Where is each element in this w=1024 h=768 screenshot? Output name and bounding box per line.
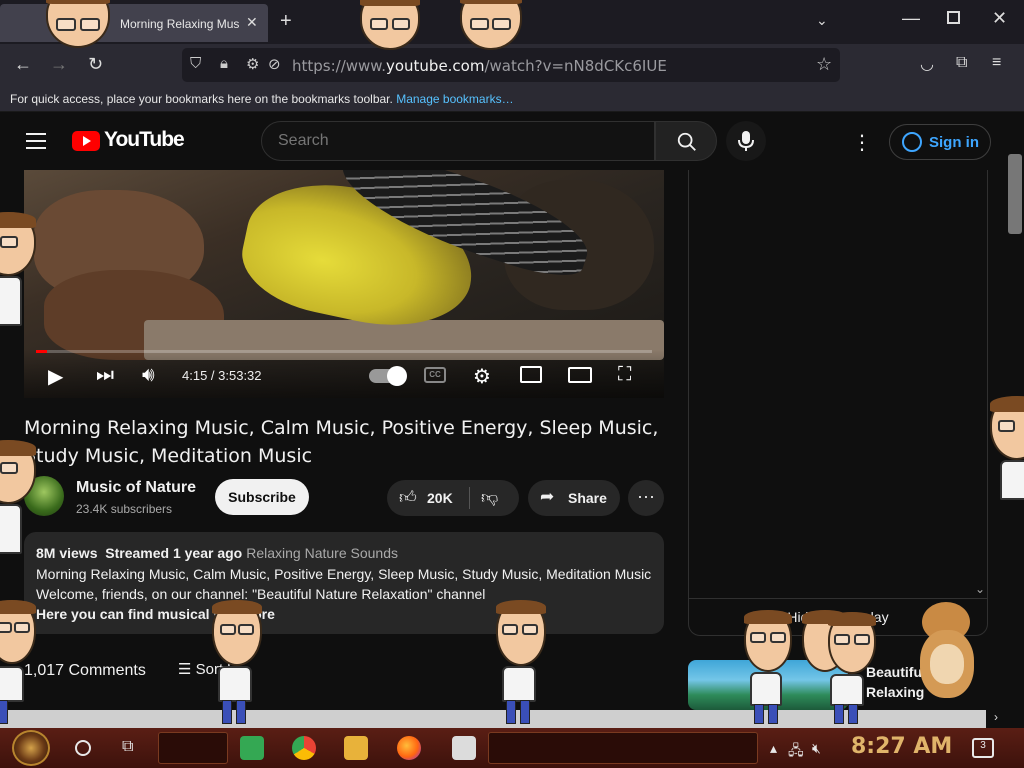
gear-icon[interactable]: ⚙	[473, 364, 491, 389]
permissions-icon[interactable]: ⚙	[246, 55, 259, 73]
pocket-icon[interactable]: ◡	[920, 54, 934, 74]
minimize-icon[interactable]: —	[902, 8, 920, 29]
bookmarks-hint: For quick access, place your bookmarks h…	[10, 92, 514, 106]
window-close-icon[interactable]: ✕	[992, 8, 1007, 29]
mascot-cartoon-character	[742, 610, 798, 728]
description-box[interactable]: 8M views Streamed 1 year ago Relaxing Nat…	[24, 532, 664, 634]
mascot-cartoon-character	[494, 600, 550, 728]
chrome-app-icon[interactable]	[292, 736, 316, 760]
thumbs-up-icon[interactable]: 👍︎	[399, 487, 417, 508]
start-menu-icon[interactable]	[12, 730, 50, 766]
search-icon	[677, 132, 696, 151]
chevron-down-icon[interactable]: ⌄	[975, 582, 985, 596]
extensions-icon[interactable]: ⧉	[956, 54, 967, 72]
play-icon[interactable]: ▶	[48, 364, 63, 389]
manage-bookmarks-link[interactable]: Manage bookmarks…	[396, 92, 513, 106]
bookmark-star-icon[interactable]: ☆	[816, 54, 832, 75]
player-controls: ▶ ⏭ 🔊︎ 4:15 / 3:53:32 CC ⚙ ⛶	[24, 350, 664, 398]
mascot-cartoon-character	[0, 212, 40, 332]
youtube-logo-icon[interactable]	[72, 131, 100, 151]
vertical-scroll-thumb[interactable]	[1008, 154, 1022, 234]
mascot-cartoon-character	[800, 610, 880, 728]
sort-icon: ☰	[178, 661, 192, 678]
task-view-icon[interactable]: ⧉	[122, 738, 133, 756]
progress-bar[interactable]	[36, 350, 652, 353]
mascot-cartoon-character	[26, 0, 126, 58]
autoplay-toggle[interactable]	[369, 366, 407, 386]
chevron-down-icon[interactable]: ⌄	[816, 12, 828, 29]
time-display: 4:15 / 3:53:32	[182, 368, 262, 383]
comments-count: 1,017 Comments	[24, 662, 146, 679]
youtube-wordmark[interactable]: YouTube	[104, 128, 185, 152]
like-dislike-group: 👍︎ 20K 👎︎	[387, 480, 519, 516]
next-icon[interactable]: ⏭	[96, 364, 114, 387]
microphone-icon	[738, 131, 754, 151]
mascot-cartoon-character	[440, 0, 540, 58]
video-player[interactable]: ▶ ⏭ 🔊︎ 4:15 / 3:53:32 CC ⚙ ⛶	[24, 170, 664, 398]
search-button[interactable]	[655, 121, 717, 161]
subscriber-count: 23.4K subscribers	[76, 502, 173, 516]
search-circle-icon[interactable]	[75, 740, 91, 756]
miniplayer-icon[interactable]	[520, 366, 542, 383]
network-icon[interactable]: 🖧︎	[788, 740, 804, 764]
like-count[interactable]: 20K	[427, 490, 453, 506]
taskbar-slot	[158, 732, 228, 764]
thumbs-down-icon[interactable]: 👎︎	[481, 487, 498, 508]
firefox-app-icon[interactable]	[397, 736, 421, 760]
mascot-cartoon-character	[208, 600, 264, 728]
video-title: Morning Relaxing Music, Calm Music, Posi…	[24, 417, 659, 467]
search-input[interactable]	[278, 132, 638, 150]
tab-close-icon[interactable]: ✕	[246, 14, 258, 31]
subscribe-button[interactable]: Subscribe	[215, 479, 309, 515]
hamster-mascot	[916, 600, 978, 700]
url-text[interactable]: https://www.youtube.com/watch?v=nN8dCKc6…	[292, 57, 667, 75]
notification-center-icon[interactable]: 3	[972, 738, 994, 758]
bookmarks-toolbar: For quick access, place your bookmarks h…	[0, 86, 1024, 112]
mascot-cartoon-character	[350, 0, 440, 58]
pill-divider	[469, 487, 470, 509]
youtube-header: YouTube ⋮ Sign in	[0, 112, 1024, 170]
taskbar: ⧉ ▴ 🖧︎ 🔇︎ 8:27 AM 3	[0, 728, 1024, 768]
sign-in-label: Sign in	[929, 134, 979, 151]
volume-icon[interactable]: 🔊︎	[142, 364, 155, 387]
taskbar-slot	[488, 732, 758, 764]
fullscreen-icon[interactable]: ⛶	[618, 364, 631, 386]
mascot-cartoon-character	[988, 396, 1024, 506]
share-button[interactable]: ➦ Share	[528, 480, 620, 516]
file-explorer-icon[interactable]	[344, 736, 368, 760]
tab-title: Morning Relaxing Music, Calm	[120, 17, 240, 31]
volume-muted-icon[interactable]: 🔇︎	[812, 740, 821, 757]
mascot-cartoon-character	[0, 440, 40, 560]
account-icon	[902, 132, 922, 152]
more-actions-icon[interactable]: ···	[628, 480, 664, 516]
clock[interactable]: 8:27 AM	[851, 734, 952, 759]
share-icon: ➦	[540, 487, 555, 506]
share-label: Share	[568, 490, 607, 506]
captions-icon[interactable]: CC	[424, 367, 446, 383]
lock-icon[interactable]: 🔒︎	[220, 55, 228, 72]
sheets-app-icon[interactable]	[240, 736, 264, 760]
new-tab-icon[interactable]: +	[280, 10, 292, 33]
sign-in-button[interactable]: Sign in	[889, 124, 991, 160]
tray-overflow-icon[interactable]: ▴	[770, 740, 777, 757]
mascot-cartoon-character	[0, 600, 40, 728]
app-menu-icon[interactable]: ≡	[992, 54, 1001, 72]
progress-fill	[36, 350, 48, 353]
description-line: Morning Relaxing Music, Calm Music, Posi…	[36, 566, 652, 582]
menu-icon[interactable]	[26, 133, 46, 149]
tracking-off-icon[interactable]: ⊘	[268, 55, 281, 73]
theater-mode-icon[interactable]	[568, 367, 592, 383]
search-box	[261, 121, 655, 161]
settings-kebab-icon[interactable]: ⋮	[852, 130, 872, 155]
maximize-icon[interactable]	[947, 11, 960, 24]
shield-icon[interactable]: ⛉	[190, 55, 201, 72]
voice-search-button[interactable]	[726, 121, 766, 161]
calculator-app-icon[interactable]	[452, 736, 476, 760]
channel-name[interactable]: Music of Nature	[76, 479, 196, 497]
description-meta: 8M views Streamed 1 year ago Relaxing Nat…	[36, 545, 398, 561]
live-chat-panel: ⌄ Hide chat replay	[688, 170, 988, 636]
scroll-right-icon[interactable]: ›	[994, 710, 998, 724]
